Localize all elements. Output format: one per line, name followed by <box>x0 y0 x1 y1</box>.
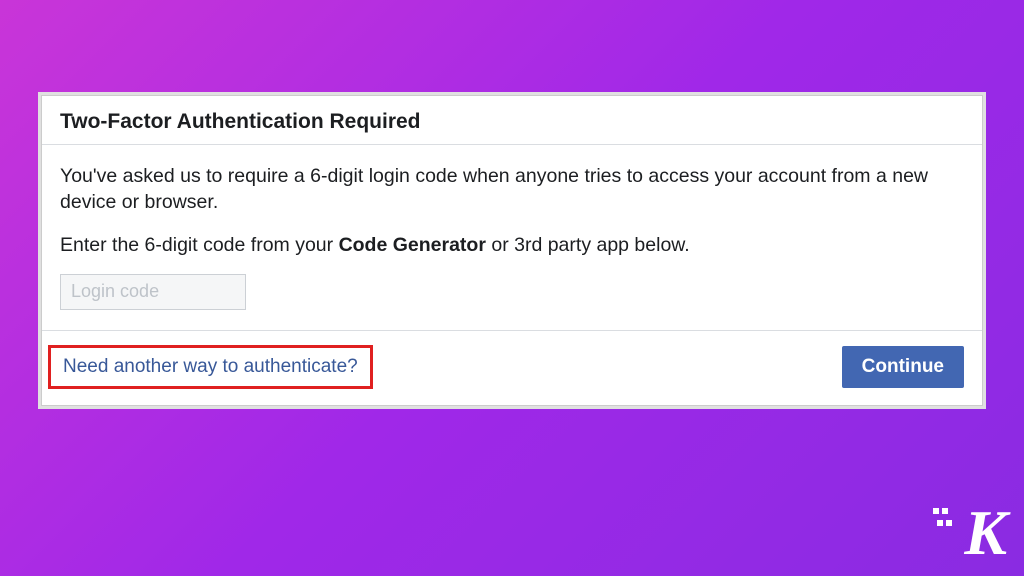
continue-button[interactable]: Continue <box>842 346 964 388</box>
logo-dots-icon <box>933 508 948 514</box>
alt-auth-highlight: Need another way to authenticate? <box>48 345 373 389</box>
body-text-2-suffix: or 3rd party app below. <box>486 234 690 256</box>
dialog-header: Two-Factor Authentication Required <box>42 96 982 144</box>
body-text-2-prefix: Enter the 6-digit code from your <box>60 234 339 256</box>
dialog-footer: Need another way to authenticate? Contin… <box>42 331 982 405</box>
body-text-1: You've asked us to require a 6-digit log… <box>60 163 964 216</box>
alt-auth-link[interactable]: Need another way to authenticate? <box>63 356 358 377</box>
two-factor-dialog: Two-Factor Authentication Required You'v… <box>41 95 983 406</box>
login-code-input[interactable] <box>60 274 246 310</box>
dialog-body: You've asked us to require a 6-digit log… <box>42 145 982 330</box>
logo-dots-icon <box>937 520 952 526</box>
watermark-logo: K <box>964 496 1004 570</box>
code-generator-label: Code Generator <box>339 234 486 256</box>
body-text-2: Enter the 6-digit code from your Code Ge… <box>60 232 964 258</box>
dialog-title: Two-Factor Authentication Required <box>60 110 964 134</box>
